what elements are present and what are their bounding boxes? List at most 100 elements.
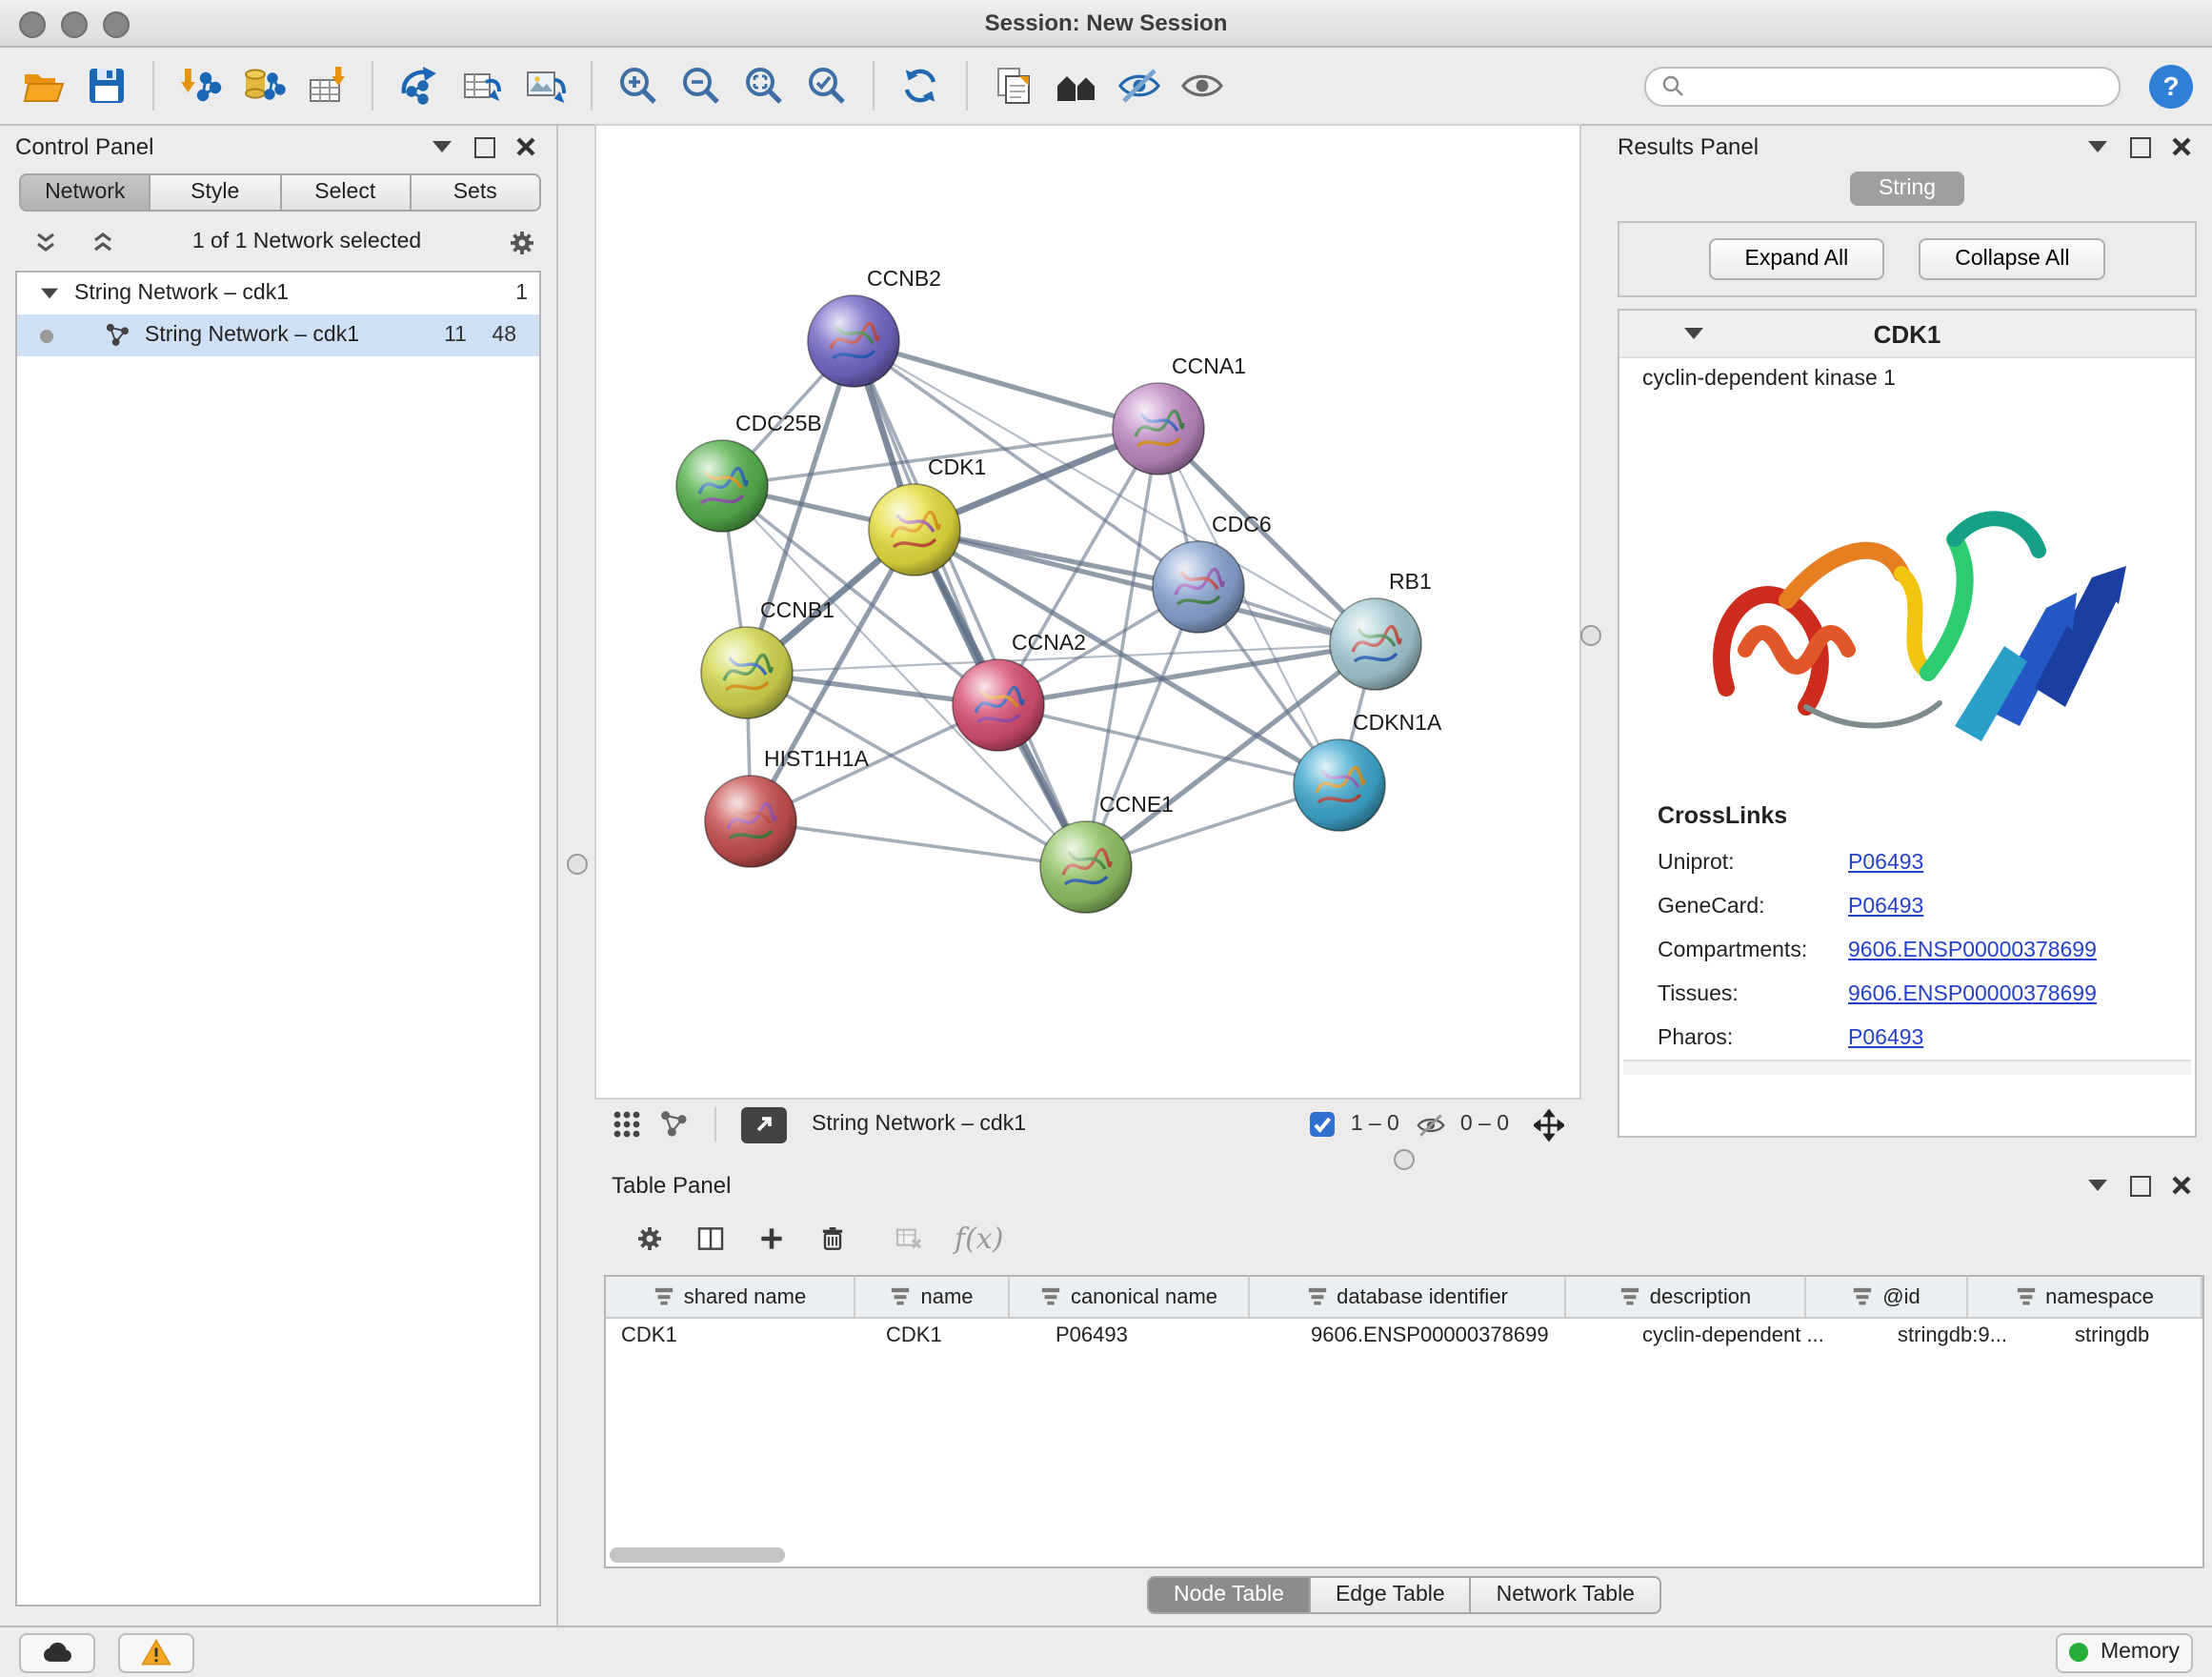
network-node-CCNB1[interactable]: CCNB1	[701, 597, 835, 718]
show-columns-icon[interactable]	[695, 1223, 726, 1254]
scrollbar-thumb[interactable]	[610, 1547, 785, 1563]
cell-description[interactable]: cyclin-dependent ...	[1627, 1319, 1882, 1359]
panel-close-icon[interactable]	[2166, 1170, 2197, 1201]
crosslink-pharos-link[interactable]: P06493	[1848, 1026, 1923, 1049]
network-edge-CCNB2-CCNE1[interactable]	[854, 341, 1086, 867]
expand-all-button[interactable]: Expand All	[1709, 238, 1885, 280]
zoom-in-icon[interactable]	[613, 61, 663, 111]
cell-namespace[interactable]: stringdb	[2060, 1319, 2202, 1359]
show-all-eye-icon[interactable]	[1177, 61, 1227, 111]
warnings-button[interactable]	[118, 1632, 194, 1672]
collapse-all-chevron-icon[interactable]	[30, 227, 61, 257]
export-network-icon[interactable]	[394, 61, 444, 111]
column-header[interactable]: canonical name	[1010, 1277, 1250, 1317]
panel-float-icon[interactable]	[2124, 1170, 2155, 1201]
collapse-triangle-icon[interactable]	[1684, 328, 1703, 339]
string-tab-badge[interactable]: String	[1850, 172, 1964, 206]
detach-view-button[interactable]	[741, 1106, 787, 1142]
network-node-CCNA1[interactable]: CCNA1	[1113, 354, 1246, 475]
network-node-CDK1[interactable]: CDK1	[869, 455, 986, 576]
gene-card-header[interactable]: CDK1	[1619, 311, 2195, 358]
column-header[interactable]: name	[855, 1277, 1010, 1317]
close-window-button[interactable]	[19, 11, 46, 38]
panel-float-icon[interactable]	[469, 131, 499, 162]
grid-view-icon[interactable]	[612, 1109, 642, 1140]
column-header[interactable]: shared name	[606, 1277, 855, 1317]
vertical-splitter-right[interactable]	[1579, 126, 1602, 1149]
table-horizontal-scrollbar[interactable]	[610, 1547, 2199, 1563]
zoom-fit-icon[interactable]	[739, 61, 789, 111]
search-input[interactable]	[1696, 72, 2103, 99]
network-edge-CCNE1-HIST1H1A[interactable]	[751, 821, 1086, 867]
hide-selected-eye-icon[interactable]	[1115, 61, 1164, 111]
import-network-database-icon[interactable]	[238, 61, 288, 111]
crosslink-genecard-link[interactable]: P06493	[1848, 895, 1923, 918]
tab-edge-table[interactable]: Edge Table	[1311, 1576, 1472, 1614]
selected-checkbox-icon[interactable]	[1307, 1109, 1337, 1140]
function-builder-fx[interactable]: f(x)	[955, 1222, 1003, 1256]
cell-canonical-name[interactable]: P06493	[1040, 1319, 1296, 1359]
network-node-HIST1H1A[interactable]: HIST1H1A	[705, 746, 870, 867]
network-edge-CCNA2-CDKN1A[interactable]	[998, 705, 1339, 785]
tab-sets[interactable]: Sets	[412, 173, 542, 212]
overview-share-icon[interactable]	[659, 1109, 690, 1140]
splitter-handle[interactable]	[567, 854, 588, 875]
gear-icon[interactable]	[507, 227, 537, 257]
tab-style[interactable]: Style	[151, 173, 282, 212]
splitter-handle[interactable]	[1394, 1149, 1415, 1170]
cell-name[interactable]: CDK1	[871, 1319, 1040, 1359]
panel-close-icon[interactable]	[2166, 131, 2197, 162]
results-scrollbar[interactable]	[1623, 1060, 2191, 1075]
panel-menu-icon[interactable]	[2082, 1170, 2113, 1201]
tab-network-table[interactable]: Network Table	[1472, 1576, 1661, 1614]
hidden-eye-icon[interactable]	[1417, 1109, 1447, 1140]
panel-float-icon[interactable]	[2124, 131, 2155, 162]
table-row[interactable]: CDK1 CDK1 P06493 9606.ENSP00000378699 cy…	[606, 1319, 2202, 1359]
network-node-CCNB2[interactable]: CCNB2	[808, 266, 941, 387]
disclosure-triangle-icon[interactable]	[41, 289, 58, 299]
column-header[interactable]: namespace	[1968, 1277, 2202, 1317]
vertical-splitter[interactable]	[558, 126, 596, 1626]
cell-shared-name[interactable]: CDK1	[606, 1319, 871, 1359]
pan-crosshair-icon[interactable]	[1534, 1109, 1564, 1140]
export-network-table-icon[interactable]	[457, 61, 507, 111]
panel-menu-icon[interactable]	[2082, 131, 2113, 162]
birdseye-view-icon[interactable]	[1052, 61, 1101, 111]
copy-document-icon[interactable]	[989, 61, 1038, 111]
table-settings-gear-icon[interactable]	[634, 1223, 665, 1254]
expand-all-chevron-icon[interactable]	[88, 227, 118, 257]
tab-network[interactable]: Network	[19, 173, 151, 212]
column-header[interactable]: @id	[1806, 1277, 1968, 1317]
panel-menu-icon[interactable]	[427, 131, 457, 162]
tab-select[interactable]: Select	[281, 173, 412, 212]
network-node-CDKN1A[interactable]: CDKN1A	[1294, 710, 1442, 831]
search-box[interactable]	[1644, 66, 2121, 106]
zoom-out-icon[interactable]	[676, 61, 726, 111]
import-network-file-icon[interactable]	[175, 61, 225, 111]
network-edge-CCNB2-CCNA1[interactable]	[854, 341, 1158, 429]
crosslink-compartments-link[interactable]: 9606.ENSP00000378699	[1848, 939, 2097, 961]
create-column-plus-icon[interactable]	[756, 1223, 787, 1254]
memory-button[interactable]: Memory	[2057, 1632, 2193, 1672]
network-row-selected[interactable]: String Network – cdk1 11 48	[17, 314, 539, 356]
maximize-window-button[interactable]	[103, 11, 130, 38]
zoom-selected-icon[interactable]	[802, 61, 852, 111]
column-header[interactable]: description	[1566, 1277, 1806, 1317]
network-collection-row[interactable]: String Network – cdk1 1	[17, 273, 539, 314]
crosslink-uniprot-link[interactable]: P06493	[1848, 851, 1923, 874]
collapse-all-button[interactable]: Collapse All	[1919, 238, 2105, 280]
minimize-window-button[interactable]	[61, 11, 88, 38]
refresh-icon[interactable]	[895, 61, 945, 111]
save-session-icon[interactable]	[82, 61, 131, 111]
cell-database-identifier[interactable]: 9606.ENSP00000378699	[1296, 1319, 1627, 1359]
import-table-icon[interactable]	[301, 61, 351, 111]
network-canvas[interactable]: CCNB2CCNA1CDC25BCDK1CDC6RB1CCNB1CCNA2CDK…	[596, 126, 1579, 1098]
export-image-icon[interactable]	[520, 61, 570, 111]
open-session-icon[interactable]	[19, 61, 69, 111]
tab-node-table[interactable]: Node Table	[1147, 1576, 1311, 1614]
horizontal-splitter[interactable]	[596, 1149, 2212, 1164]
splitter-handle[interactable]	[1580, 625, 1601, 646]
cloud-button[interactable]	[19, 1632, 95, 1672]
network-node-RB1[interactable]: RB1	[1330, 569, 1432, 690]
crosslink-tissues-link[interactable]: 9606.ENSP00000378699	[1848, 982, 2097, 1005]
